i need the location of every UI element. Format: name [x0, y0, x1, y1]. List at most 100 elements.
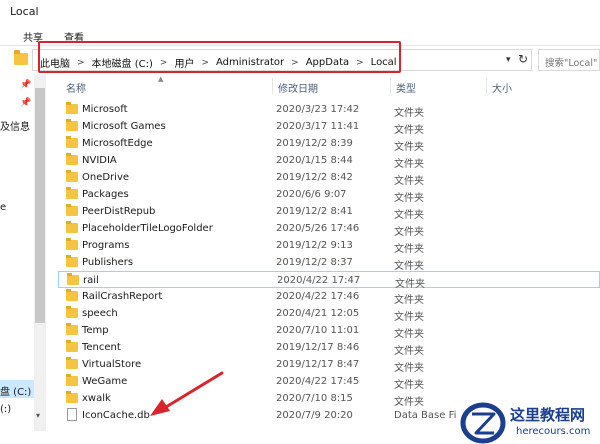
file-type: 文件夹 — [394, 261, 424, 272]
file-date: 2020/7/10 8:15 — [276, 393, 353, 404]
column-date[interactable]: 修改日期 — [278, 80, 318, 95]
pin-icon[interactable]: 📌 — [20, 80, 31, 90]
table-row[interactable]: Programs 2019/12/2 9:13 文件夹 — [58, 237, 600, 255]
file-name: Packages — [82, 189, 129, 200]
watermark-logo — [460, 402, 506, 444]
file-date: 2019/12/17 8:46 — [276, 342, 360, 353]
file-name: PlaceholderTileLogoFolder — [82, 223, 213, 234]
folder-icon — [14, 50, 28, 65]
file-name: Publishers — [82, 257, 134, 268]
table-row[interactable]: PeerDistRepub 2019/12/2 8:41 文件夹 — [58, 203, 600, 221]
sort-up-icon: ▲ — [158, 75, 164, 83]
file-type: 文件夹 — [394, 380, 424, 391]
table-row[interactable]: Microsoft Games 2020/3/17 11:41 文件夹 — [58, 118, 600, 136]
file-date: 2019/12/2 8:42 — [276, 172, 353, 183]
file-date: 2020/3/23 17:42 — [276, 104, 360, 115]
file-date: 2020/7/9 20:20 — [276, 410, 353, 421]
column-header: ▲ 名称 修改日期 类型 大小 — [58, 75, 600, 96]
file-type: Data Base Fi — [394, 410, 457, 421]
table-row[interactable]: VirtualStore 2019/12/17 8:47 文件夹 — [58, 356, 600, 374]
nav-item-e[interactable]: e — [0, 202, 6, 213]
table-row[interactable]: WeGame 2020/4/22 17:45 文件夹 — [58, 373, 600, 391]
file-date: 2020/4/22 17:45 — [276, 376, 360, 387]
chevron-down-icon[interactable]: ▾ — [36, 411, 40, 420]
folder-icon — [66, 340, 78, 352]
file-type: 文件夹 — [394, 295, 424, 306]
folder-icon — [66, 289, 78, 301]
file-name: Microsoft — [82, 104, 128, 115]
file-name: Tencent — [82, 342, 121, 353]
table-row[interactable]: MicrosoftEdge 2019/12/2 8:39 文件夹 — [58, 135, 600, 153]
table-row[interactable]: Packages 2020/6/6 9:07 文件夹 — [58, 186, 600, 204]
table-row[interactable]: Microsoft 2020/3/23 17:42 文件夹 — [58, 101, 600, 119]
column-name[interactable]: 名称 — [66, 80, 86, 95]
table-row[interactable]: rail 2020/4/22 17:47 文件夹 — [58, 271, 600, 290]
column-divider[interactable] — [486, 78, 487, 94]
folder-icon — [66, 119, 78, 131]
file-date: 2020/5/26 17:46 — [276, 223, 360, 234]
table-row[interactable]: OneDrive 2019/12/2 8:42 文件夹 — [58, 169, 600, 187]
table-row[interactable]: NVIDIA 2020/1/15 8:44 文件夹 — [58, 152, 600, 170]
refresh-icon[interactable]: ↻ — [518, 52, 528, 66]
file-type: 文件夹 — [394, 312, 424, 323]
file-name: Microsoft Games — [82, 121, 166, 132]
file-type: 文件夹 — [394, 142, 424, 153]
file-date: 2019/12/2 8:37 — [276, 257, 353, 268]
folder-icon — [66, 187, 78, 199]
table-row[interactable]: Tencent 2019/12/17 8:46 文件夹 — [58, 339, 600, 357]
file-date: 2020/4/22 17:47 — [277, 275, 361, 286]
column-size[interactable]: 大小 — [492, 80, 512, 95]
file-name: Programs — [82, 240, 130, 251]
file-name: VirtualStore — [82, 359, 142, 370]
file-type: 文件夹 — [394, 227, 424, 238]
file-date: 2020/7/10 11:01 — [276, 325, 360, 336]
table-row[interactable]: PlaceholderTileLogoFolder 2020/5/26 17:46… — [58, 220, 600, 238]
folder-icon — [66, 136, 78, 148]
table-row[interactable]: RailCrashReport 2020/4/22 17:46 文件夹 — [58, 288, 600, 306]
chevron-down-icon[interactable]: ▾ — [506, 55, 511, 65]
search-input[interactable]: 搜索"Local" — [538, 49, 600, 71]
watermark-url: herecours.com — [516, 426, 591, 437]
file-name: speech — [82, 308, 118, 319]
file-name: xwalk — [82, 393, 111, 404]
db-file-icon — [67, 408, 77, 421]
nav-item-info[interactable]: 及信息 — [0, 118, 30, 133]
file-type: 文件夹 — [394, 193, 424, 204]
table-row[interactable]: Temp 2020/7/10 11:01 文件夹 — [58, 322, 600, 340]
file-name: OneDrive — [82, 172, 130, 183]
file-date: 2020/1/15 8:44 — [276, 155, 353, 166]
file-name: MicrosoftEdge — [82, 138, 153, 149]
file-date: 2019/12/2 9:13 — [276, 240, 353, 251]
window-title: Local — [10, 5, 39, 18]
watermark-title: 这里教程网 — [510, 406, 586, 424]
nav-scrollbar-thumb[interactable] — [35, 88, 45, 323]
folder-icon — [66, 102, 78, 114]
folder-icon — [66, 238, 78, 250]
file-date: 2020/3/17 11:41 — [276, 121, 360, 132]
file-type: 文件夹 — [394, 329, 424, 340]
file-date: 2019/12/17 8:47 — [276, 359, 360, 370]
file-type: 文件夹 — [394, 159, 424, 170]
title-bar: Local — [0, 0, 600, 24]
search-placeholder: 搜索"Local" — [545, 58, 598, 69]
column-divider[interactable] — [390, 78, 391, 94]
folder-icon — [66, 221, 78, 233]
table-row[interactable]: speech 2020/4/21 12:05 文件夹 — [58, 305, 600, 323]
file-name: Temp — [82, 325, 109, 336]
column-divider[interactable] — [272, 78, 273, 94]
file-name: rail — [83, 275, 99, 286]
file-date: 2020/6/6 9:07 — [276, 189, 347, 200]
folder-icon — [67, 273, 79, 285]
pin-icon[interactable]: 📌 — [20, 98, 31, 108]
folder-icon — [66, 374, 78, 386]
nav-item-drive[interactable]: (:) — [0, 404, 11, 415]
folder-icon — [66, 306, 78, 318]
folder-icon — [66, 153, 78, 165]
nav-item-local-disk[interactable]: 盘 (C:) — [0, 383, 31, 398]
table-row[interactable]: Publishers 2019/12/2 8:37 文件夹 — [58, 254, 600, 272]
file-name: RailCrashReport — [82, 291, 163, 302]
file-name: WeGame — [82, 376, 128, 387]
file-name: NVIDIA — [82, 155, 117, 166]
column-type[interactable]: 类型 — [396, 80, 416, 95]
file-name: IconCache.db — [82, 410, 150, 421]
